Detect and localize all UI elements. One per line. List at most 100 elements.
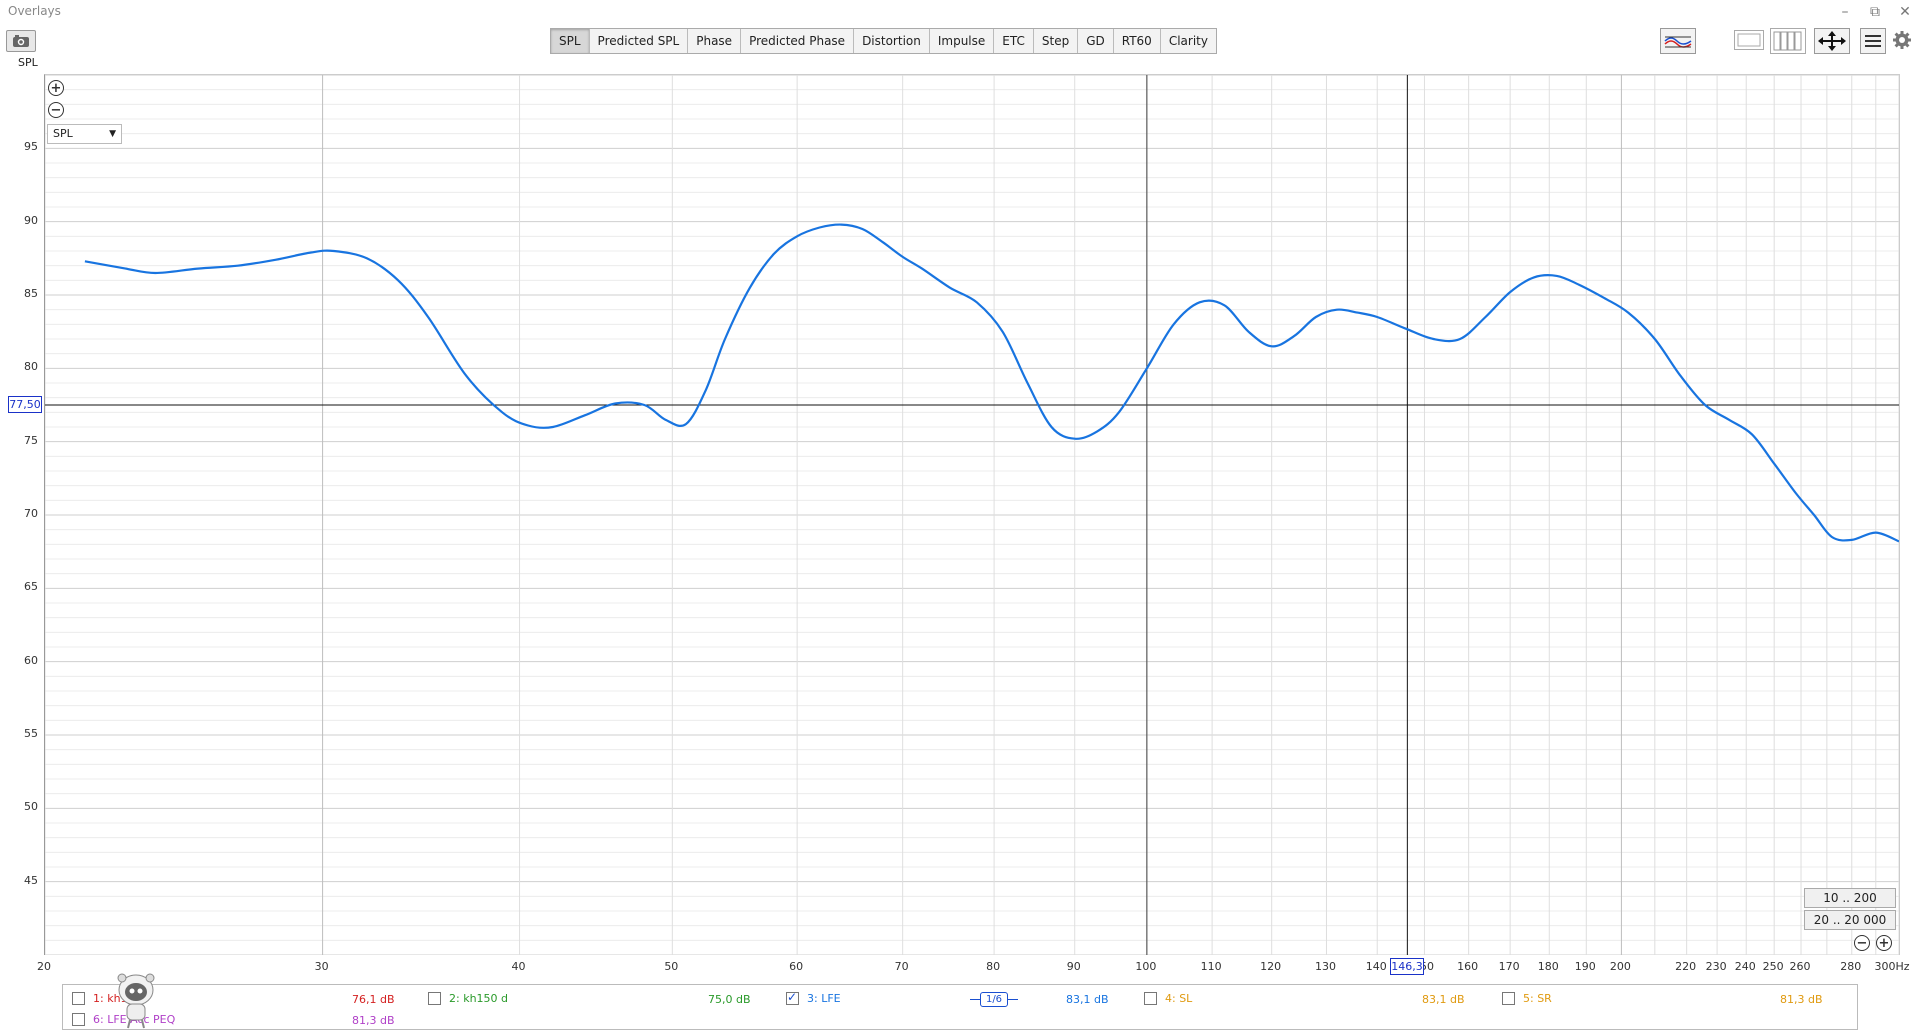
x-tick-label: 50 xyxy=(664,960,679,973)
zoom-out-button[interactable]: − xyxy=(48,102,64,118)
y-tick-label: 95 xyxy=(24,140,38,154)
tab-rt60[interactable]: RT60 xyxy=(1113,29,1161,53)
x-zoom-in-button[interactable]: + xyxy=(1876,935,1892,951)
legend-item: 5: SR xyxy=(1502,992,1552,1005)
x-tick-label: 170 xyxy=(1498,960,1520,973)
x-tick-label: 160 xyxy=(1457,960,1479,973)
x-tick-label: 190 xyxy=(1574,960,1596,973)
tab-step[interactable]: Step xyxy=(1033,29,1079,53)
legend-item: 4: SL xyxy=(1144,992,1192,1005)
x-tick-label: 240 xyxy=(1734,960,1756,973)
tab-predicted-spl[interactable]: Predicted SPL xyxy=(589,29,689,53)
minus-icon: − xyxy=(1856,935,1868,951)
minimize-button[interactable]: – xyxy=(1830,2,1860,22)
legend-value: 81,3 dB xyxy=(1780,993,1823,1006)
legend-checkbox[interactable] xyxy=(428,992,441,1005)
tab-etc[interactable]: ETC xyxy=(994,29,1034,53)
chevron-down-icon: ▼ xyxy=(109,129,116,139)
tab-distortion[interactable]: Distortion xyxy=(854,29,930,53)
x-tick-label: 130 xyxy=(1314,960,1336,973)
y-tick-label: 80 xyxy=(24,360,38,374)
tab-clarity[interactable]: Clarity xyxy=(1160,29,1216,53)
cursor-y-readout: 77,50 xyxy=(8,396,42,413)
legend-value: 76,1 dB xyxy=(352,993,395,1006)
pan-button[interactable] xyxy=(1814,28,1850,54)
legend-checkbox[interactable] xyxy=(1502,992,1515,1005)
tab-impulse[interactable]: Impulse xyxy=(929,29,995,53)
x-tick-label: 200 xyxy=(1609,960,1631,973)
legend-value: 83,1 dB xyxy=(1422,993,1465,1006)
window-title: Overlays xyxy=(8,4,61,18)
legend-checkbox[interactable] xyxy=(72,1013,85,1026)
menu-button[interactable] xyxy=(1860,28,1886,54)
plot-area[interactable] xyxy=(44,74,1900,955)
move-arrows-icon xyxy=(1818,31,1846,51)
legend-label: 2: kh150 d xyxy=(449,992,509,1005)
legend-item: 2: kh150 d xyxy=(428,992,508,1005)
smoothing-control[interactable]: 1/6 xyxy=(970,992,1018,1007)
range-20-20000-button[interactable]: 20 .. 20 000 xyxy=(1804,910,1896,930)
tab-gd[interactable]: GD xyxy=(1078,29,1114,53)
x-tick-label: 60 xyxy=(789,960,804,973)
plus-icon: + xyxy=(50,80,62,96)
legend-item: 3: LFE xyxy=(786,990,841,1005)
legend-value: 83,1 dB xyxy=(1066,993,1109,1006)
x-tick-label: 80 xyxy=(986,960,1001,973)
multi-view-button[interactable] xyxy=(1770,28,1806,54)
spl-graph[interactable] xyxy=(45,75,1899,955)
x-tick-label: 120 xyxy=(1260,960,1282,973)
legend-panel xyxy=(62,984,1858,1030)
y-tick-label: 50 xyxy=(24,800,38,814)
y-tick-label: 90 xyxy=(24,213,38,227)
single-view-button[interactable] xyxy=(1734,30,1764,50)
x-tick-label: 40 xyxy=(511,960,526,973)
tab-phase[interactable]: Phase xyxy=(688,29,742,53)
legend-label: 4: SL xyxy=(1165,992,1193,1005)
legend-checkbox[interactable] xyxy=(72,992,85,1005)
legend-label: 3: LFE xyxy=(807,992,841,1005)
columns-icon xyxy=(1773,31,1802,51)
legend-value: 75,0 dB xyxy=(708,993,751,1006)
x-tick-label: 250 xyxy=(1762,960,1784,973)
range-10-200-button[interactable]: 10 .. 200 xyxy=(1804,888,1896,908)
x-zoom-out-button[interactable]: − xyxy=(1854,935,1870,951)
x-tick-label: 140 xyxy=(1365,960,1387,973)
zoom-in-button[interactable]: + xyxy=(48,80,64,96)
y-tick-label: 70 xyxy=(24,507,38,520)
close-button[interactable]: ✕ xyxy=(1890,2,1920,22)
title-bar: Overlays – ⧉ ✕ xyxy=(0,0,1920,24)
list-menu-icon xyxy=(1865,35,1881,47)
tab-spl[interactable]: SPL xyxy=(551,29,590,53)
camera-button[interactable] xyxy=(6,30,36,52)
x-tick-label: 30 xyxy=(314,960,329,973)
x-tick-label: 100 xyxy=(1135,960,1157,973)
single-panel-icon xyxy=(1737,33,1761,47)
x-tick-label: 70 xyxy=(894,960,909,973)
y-tick-label: 75 xyxy=(24,433,38,447)
smoothing-value[interactable]: 1/6 xyxy=(980,992,1008,1007)
spl-select[interactable]: SPL ▼ xyxy=(47,124,122,144)
overlay-controls-button[interactable] xyxy=(1660,28,1696,54)
cursor-x-readout: 146,3 xyxy=(1390,958,1424,975)
camera-icon xyxy=(13,35,29,47)
x-tick-label: 180 xyxy=(1537,960,1559,973)
side-spl-label: SPL xyxy=(18,56,38,69)
x-tick-label: 260 xyxy=(1789,960,1811,973)
settings-button[interactable] xyxy=(1890,28,1914,52)
tab-predicted-phase[interactable]: Predicted Phase xyxy=(741,29,855,53)
gear-icon xyxy=(1893,31,1911,49)
restore-button[interactable]: ⧉ xyxy=(1860,2,1890,22)
x-tick-label: 90 xyxy=(1066,960,1081,973)
x-tick-label: 230 xyxy=(1705,960,1727,973)
y-tick-label: 55 xyxy=(24,727,38,740)
y-tick-label: 85 xyxy=(24,287,38,300)
spl-select-value: SPL xyxy=(53,127,73,140)
plus-icon: + xyxy=(1878,935,1890,951)
x-tick-label: 300Hz xyxy=(1874,960,1910,973)
legend-checkbox[interactable] xyxy=(1144,992,1157,1005)
x-tick-label: 110 xyxy=(1200,960,1222,973)
legend-checkbox[interactable] xyxy=(786,990,799,1005)
y-tick-label: 60 xyxy=(24,653,38,667)
x-tick-label: 220 xyxy=(1675,960,1697,973)
y-tick-label: 65 xyxy=(24,580,38,594)
